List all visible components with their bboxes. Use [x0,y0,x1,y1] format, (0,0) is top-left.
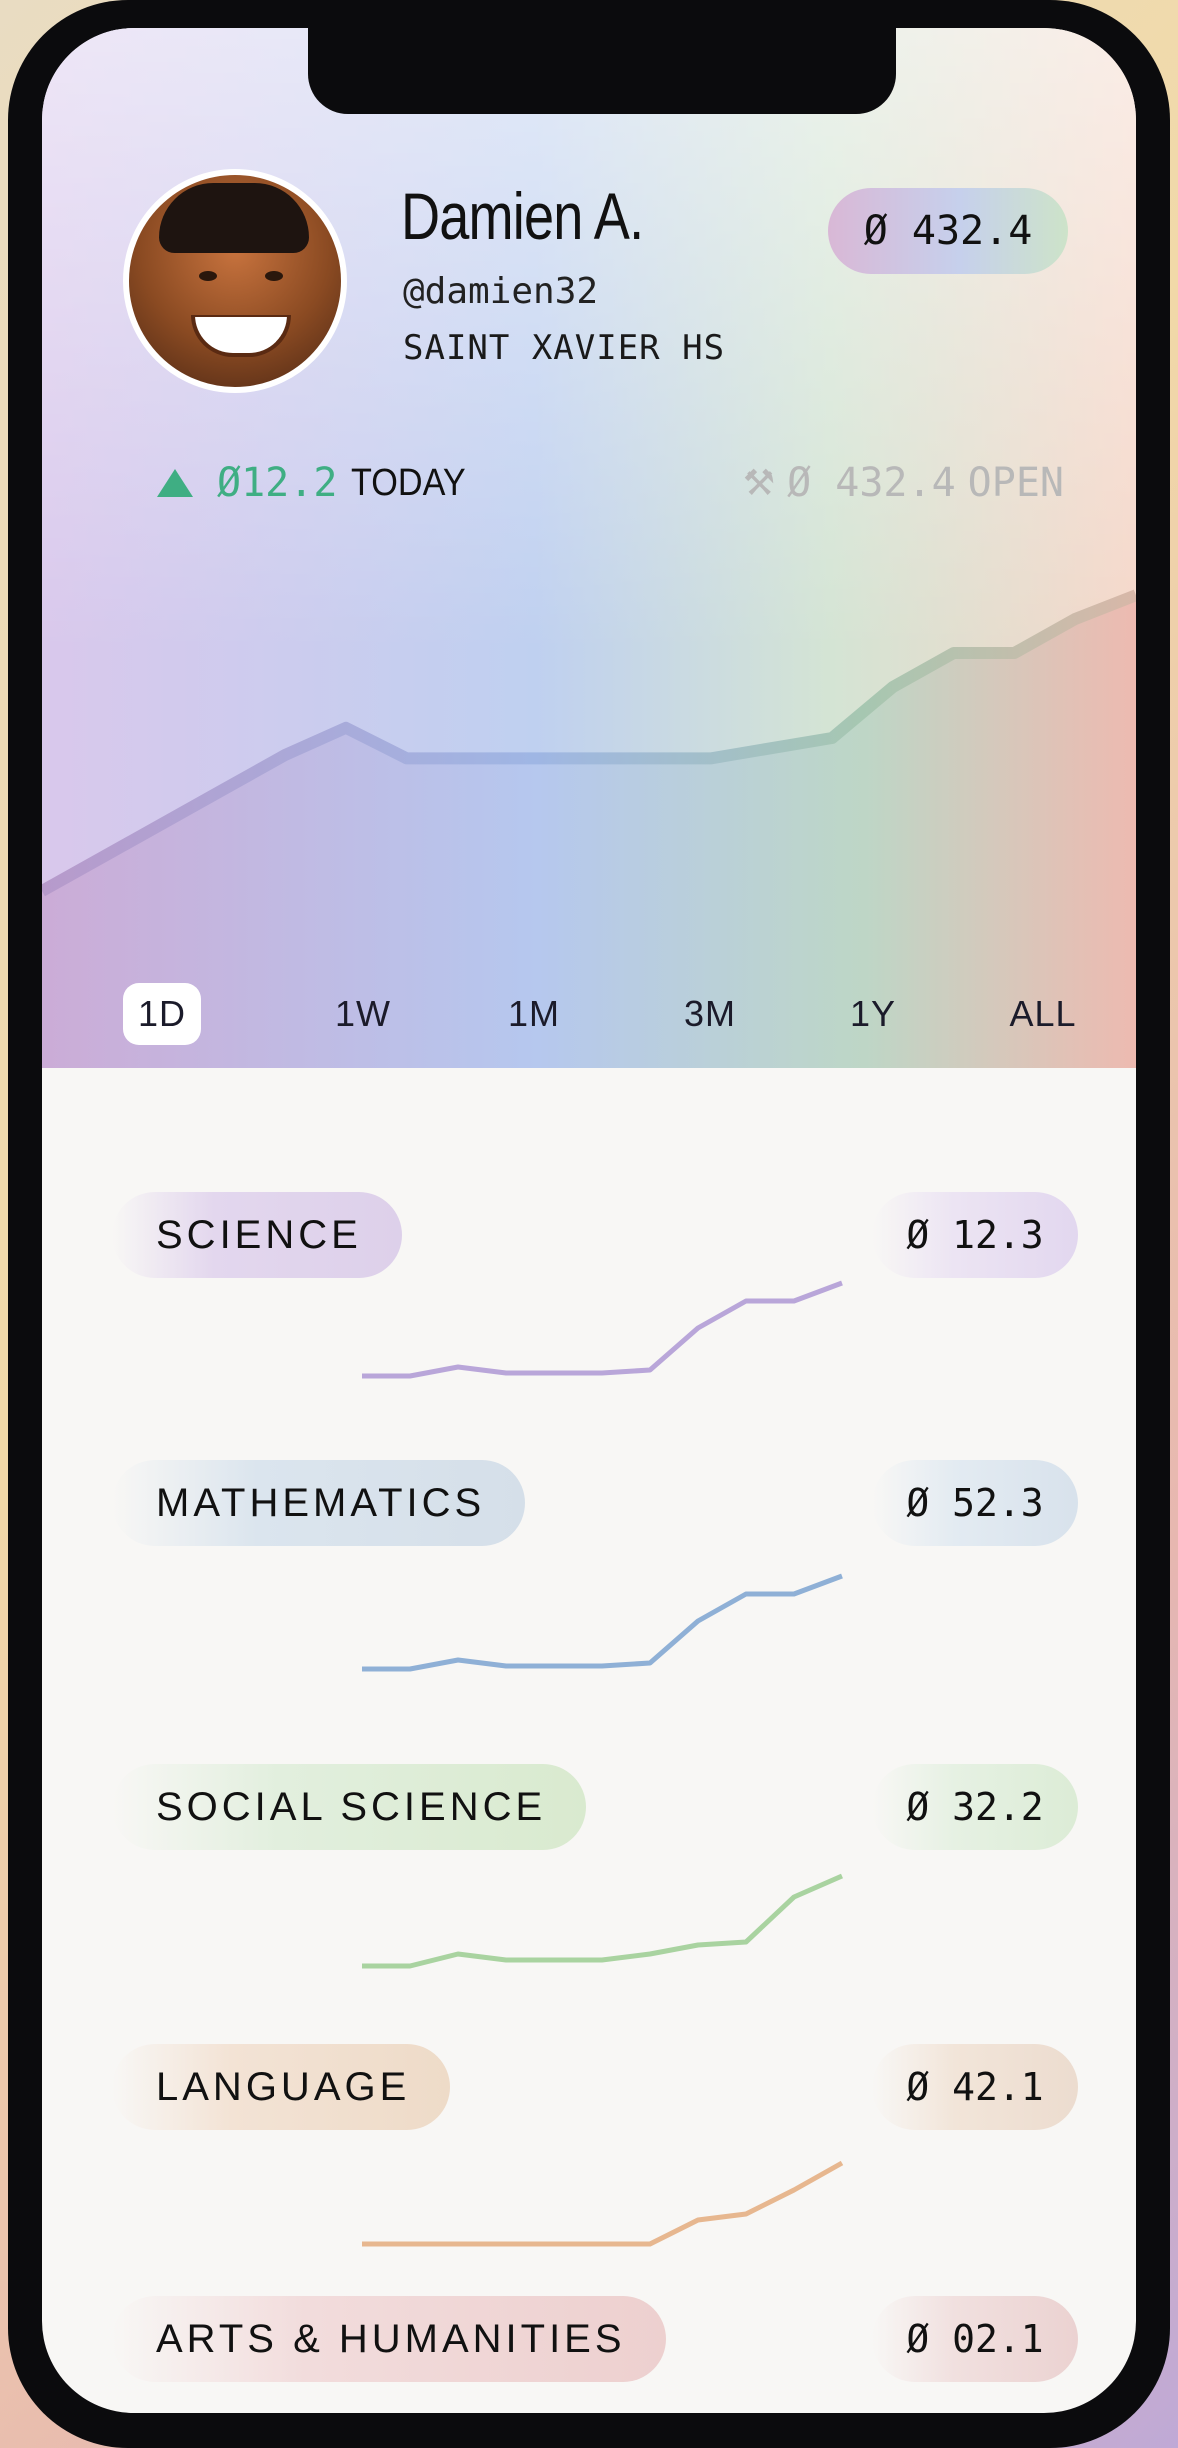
device-notch [308,28,896,114]
today-change-label: TODAY [351,461,467,504]
subject-tag[interactable]: LANGUAGE [112,2044,451,2130]
subject-score: Ø 52.3 [872,1460,1078,1546]
subject-score: Ø 32.2 [872,1764,1078,1850]
phone-frame: Damien A. @damien32 SAINT XAVIER HS Ø 43… [8,0,1170,2448]
range-1d[interactable]: 1D [123,983,201,1045]
mathematics-sparkline [362,1573,843,1672]
subject-score: Ø 02.1 [872,2296,1078,2382]
open-value: ⚒ Ø 432.4 OPEN [743,460,1064,506]
subject-tag[interactable]: ARTS & HUMANITIES [112,2296,666,2382]
balance-badge[interactable]: Ø 432.4 [828,188,1068,274]
today-change: Ø12.2 TODAY [157,460,479,506]
subject-score: Ø 42.1 [872,2044,1078,2130]
subject-tag[interactable]: MATHEMATICS [112,1460,526,1546]
pickaxe-icon: ⚒ [742,462,776,503]
science-sparkline [362,1280,843,1379]
social-science-sparkline [362,1873,844,1969]
time-range-selector: 1D 1W 1M 3M 1Y ALL [123,983,1083,1045]
open-value-label: OPEN [967,460,1064,506]
today-change-value: Ø12.2 [217,460,338,506]
profile-school: SAINT XAVIER HS [403,328,726,368]
subject-row-language[interactable]: LANGUAGE Ø 42.1 [42,1970,1136,2260]
range-1w[interactable]: 1W [333,983,393,1045]
profile-name: Damien A. [401,179,644,253]
subject-tag[interactable]: SOCIAL SCIENCE [112,1764,587,1850]
subject-row-arts-humanities[interactable]: ARTS & HUMANITIES Ø 02.1 [42,2222,1136,2413]
portfolio-header: Damien A. @damien32 SAINT XAVIER HS Ø 43… [42,28,1136,1068]
range-all[interactable]: ALL [1003,983,1083,1045]
up-triangle-icon [157,469,193,497]
subject-score: Ø 12.3 [872,1192,1078,1278]
subject-tag[interactable]: SCIENCE [112,1192,402,1278]
profile-handle: @damien32 [403,271,599,312]
subject-row-mathematics[interactable]: MATHEMATICS Ø 52.3 [42,1386,1136,1676]
range-3m[interactable]: 3M [677,983,743,1045]
subject-row-social-science[interactable]: SOCIAL SCIENCE Ø 32.2 [42,1690,1136,1980]
subject-row-science[interactable]: SCIENCE Ø 12.3 [42,1118,1136,1408]
open-value-amount: Ø 432.4 [787,460,956,506]
range-1m[interactable]: 1M [504,983,564,1045]
avatar[interactable] [123,169,347,393]
range-1y[interactable]: 1Y [843,983,903,1045]
app-screen: Damien A. @damien32 SAINT XAVIER HS Ø 43… [42,28,1136,2413]
